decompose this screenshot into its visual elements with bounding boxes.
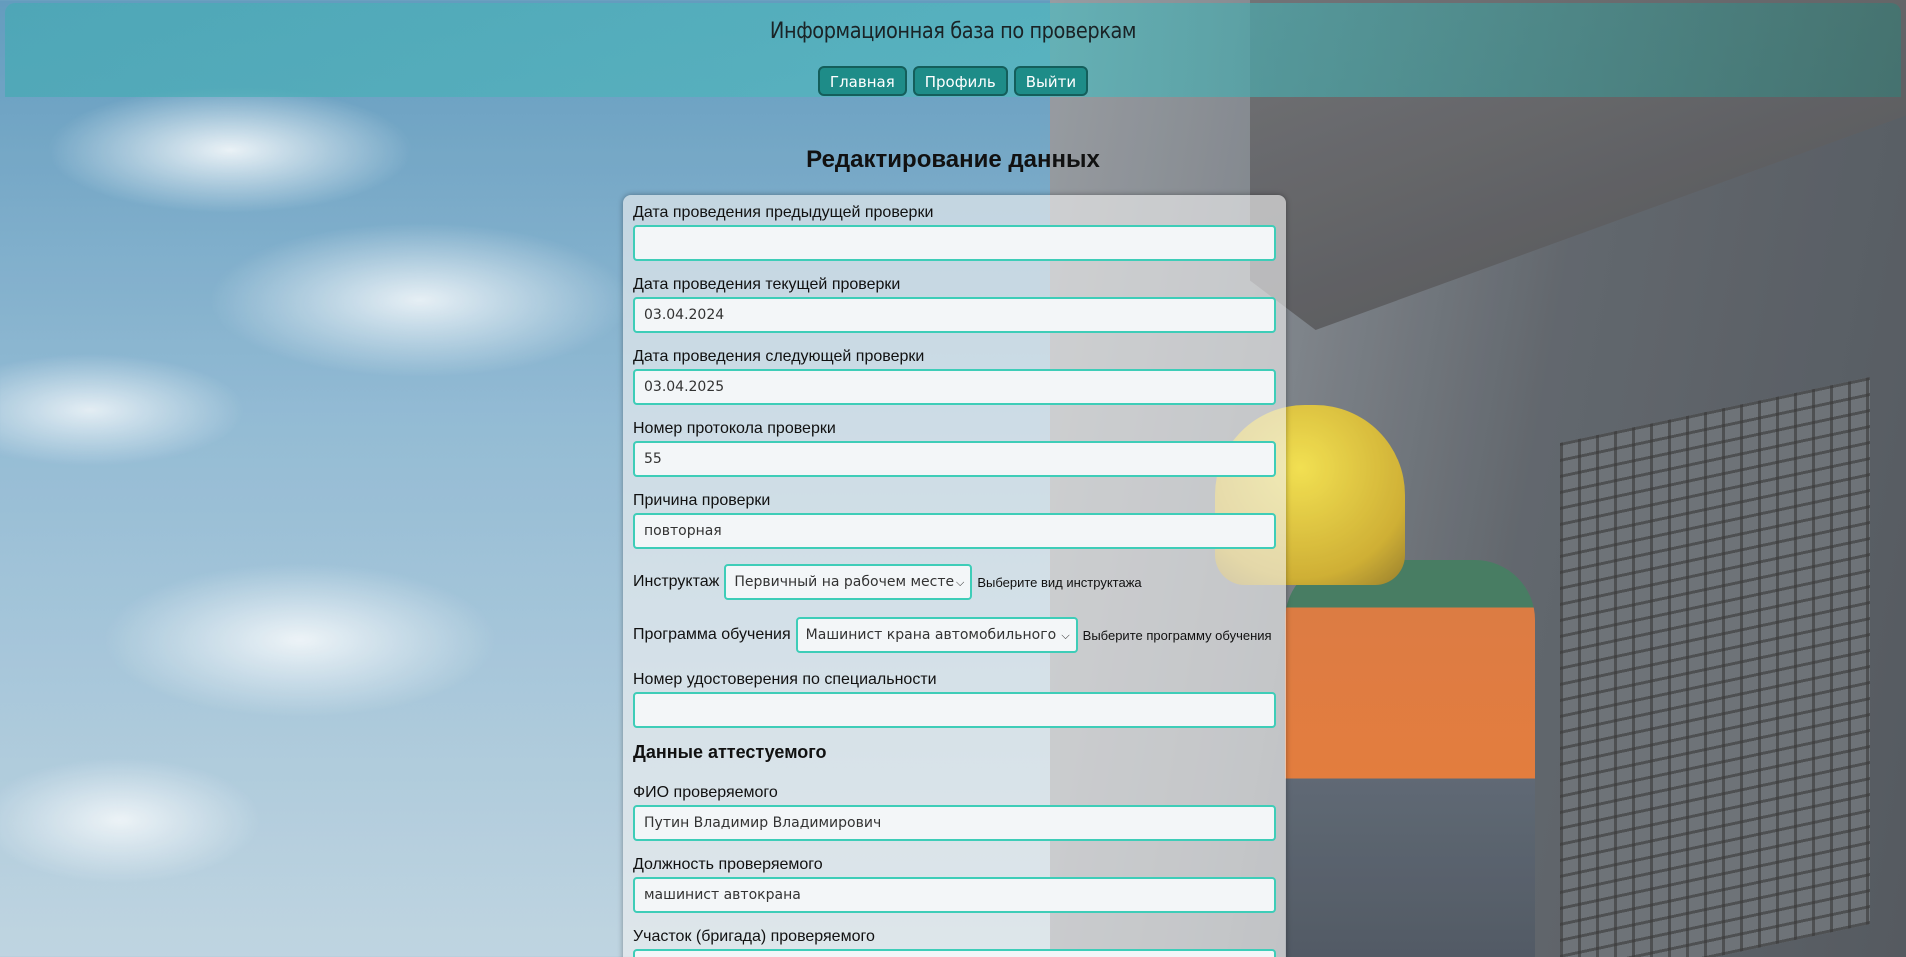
examinee-name-label: ФИО проверяемого: [633, 784, 778, 801]
certificate-number-field: Номер удостоверения по специальности: [633, 670, 1276, 728]
examinee-position-input[interactable]: [633, 877, 1276, 913]
certificate-number-input[interactable]: [633, 692, 1276, 728]
examinee-unit-label: Участок (бригада) проверяемого: [633, 928, 875, 945]
prev-check-date-input[interactable]: [633, 225, 1276, 261]
protocol-number-label: Номер протокола проверки: [633, 420, 836, 437]
chevron-down-icon: ⌵: [1061, 629, 1070, 642]
check-reason-field: Причина проверки: [633, 491, 1276, 549]
current-check-date-label: Дата проведения текущей проверки: [633, 276, 901, 293]
certificate-number-label: Номер удостоверения по специальности: [633, 671, 937, 688]
page-title: Редактирование данных: [806, 146, 1100, 173]
training-program-row: Программа обучения Машинист крана автомо…: [633, 617, 1272, 653]
examinee-unit-field: Участок (бригада) проверяемого: [633, 927, 1276, 957]
protocol-number-field: Номер протокола проверки: [633, 419, 1276, 477]
edit-form: Дата проведения предыдущей проверки Дата…: [623, 195, 1286, 957]
examinee-position-label: Должность проверяемого: [633, 856, 823, 873]
site-title: Информационная база по проверкам: [769, 19, 1137, 44]
training-program-selected-value: Машинист крана автомобильного: [805, 627, 1057, 643]
briefing-hint: Выберите вид инструктажа: [977, 574, 1142, 590]
prev-check-date-label: Дата проведения предыдущей проверки: [633, 204, 934, 221]
chevron-down-icon: ⌵: [955, 576, 965, 589]
training-program-label: Программа обучения: [633, 626, 791, 643]
site-header: Информационная база по проверкам Главная…: [5, 3, 1901, 97]
examinee-name-input[interactable]: [633, 805, 1276, 841]
training-program-hint: Выберите программу обучения: [1082, 627, 1272, 643]
examinee-position-field: Должность проверяемого: [633, 855, 1276, 913]
protocol-number-input[interactable]: [633, 441, 1276, 477]
briefing-selected-value: Первичный на рабочем месте: [734, 574, 955, 590]
next-check-date-field: Дата проведения следующей проверки: [633, 347, 1276, 405]
examinee-section-heading: Данные аттестуемого: [633, 742, 827, 762]
briefing-select[interactable]: Первичный на рабочем месте ⌵: [724, 564, 973, 600]
check-reason-label: Причина проверки: [633, 492, 771, 509]
briefing-row: Инструктаж Первичный на рабочем месте ⌵ …: [633, 564, 1142, 600]
examinee-unit-input[interactable]: [633, 949, 1276, 957]
briefing-label: Инструктаж: [633, 573, 720, 590]
current-check-date-field: Дата проведения текущей проверки: [633, 275, 1276, 333]
current-check-date-input[interactable]: [633, 297, 1276, 333]
next-check-date-input[interactable]: [633, 369, 1276, 405]
check-reason-input[interactable]: [633, 513, 1276, 549]
nav-home-button[interactable]: Главная: [817, 66, 907, 96]
nav-profile-button[interactable]: Профиль: [912, 66, 1008, 96]
nav-logout-button[interactable]: Выйти: [1013, 66, 1089, 96]
prev-check-date-field: Дата проведения предыдущей проверки: [633, 203, 1276, 261]
examinee-name-field: ФИО проверяемого: [633, 783, 1276, 841]
training-program-select[interactable]: Машинист крана автомобильного ⌵: [795, 617, 1078, 653]
next-check-date-label: Дата проведения следующей проверки: [633, 348, 925, 365]
main-nav: Главная Профиль Выйти: [5, 66, 1901, 96]
